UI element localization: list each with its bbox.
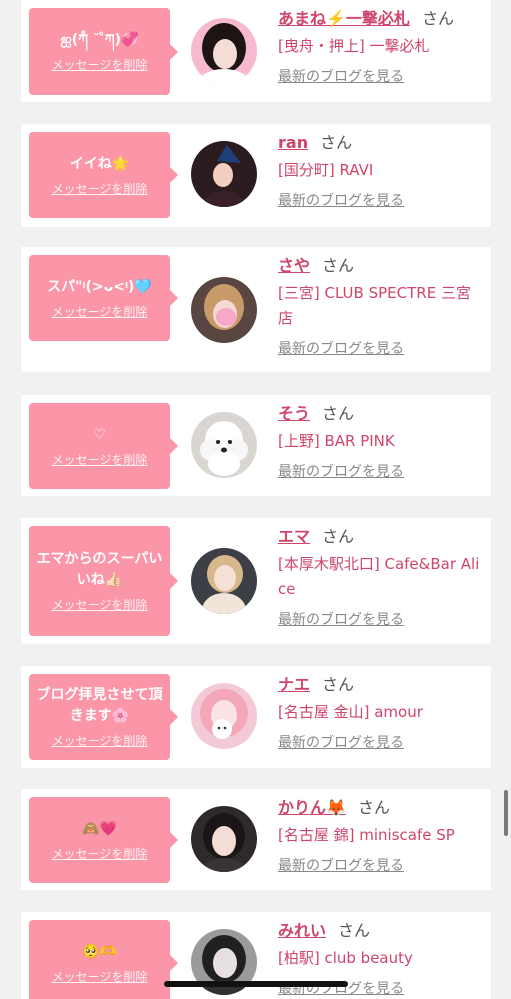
- message-text: 🙈💗: [82, 820, 117, 837]
- sender-info: ran さん [国分町] RAVI 最新のブログを見る: [278, 132, 483, 211]
- avatar[interactable]: [191, 18, 257, 84]
- list-item: 🙈💗 メッセージを削除 かりん🦊 さん [名古屋 錦] miniscafe SP …: [21, 789, 491, 890]
- message-bubble: 🥺🫶 メッセージを削除: [29, 920, 178, 999]
- sender-name-link[interactable]: エマ: [278, 527, 310, 546]
- notification-feed[interactable]: ஐ(ཀ̊ ˘ ̊ཀ)💞 メッセージを削除 あまね⚡️一撃必札 さん [曳舟・押上]…: [0, 0, 511, 999]
- honorific: さん: [421, 9, 454, 28]
- delete-message-link[interactable]: メッセージを削除: [52, 969, 148, 985]
- message-text: 🥺🫶: [82, 943, 117, 960]
- sender-name-link[interactable]: かりん🦊: [278, 798, 346, 817]
- delete-message-link[interactable]: メッセージを削除: [52, 181, 148, 197]
- latest-blog-link[interactable]: 最新のブログを見る: [278, 610, 404, 630]
- sender-name-link[interactable]: ran: [278, 133, 308, 152]
- message-text: イイね🌟: [69, 155, 130, 172]
- sender-info: ナエ さん [名古屋 金山] amour 最新のブログを見る: [278, 674, 483, 753]
- avatar[interactable]: [191, 412, 257, 478]
- shop-name: [上野] BAR PINK: [278, 432, 395, 450]
- avatar[interactable]: [191, 141, 257, 207]
- latest-blog-link[interactable]: 最新のブログを見る: [278, 191, 404, 211]
- latest-blog-link[interactable]: 最新のブログを見る: [278, 462, 404, 482]
- delete-message-link[interactable]: メッセージを削除: [52, 452, 148, 468]
- latest-blog-link[interactable]: 最新のブログを見る: [278, 733, 404, 753]
- honorific: さん: [322, 675, 355, 694]
- shop-name: [曳舟・押上] 一撃必札: [278, 37, 430, 55]
- list-item: ブログ拝見させて頂きます🌸 メッセージを削除 ナエ さん [名古屋 金山] amo…: [21, 666, 491, 768]
- delete-message-link[interactable]: メッセージを削除: [52, 57, 148, 73]
- sender-name-link[interactable]: みれい: [278, 921, 326, 940]
- delete-message-link[interactable]: メッセージを削除: [52, 846, 148, 862]
- list-item: エマからのスーパいいね👍🏻 メッセージを削除 エマ さん [本厚木駅北口] Caf…: [21, 518, 491, 644]
- list-item: ஐ(ཀ̊ ˘ ̊ཀ)💞 メッセージを削除 あまね⚡️一撃必札 さん [曳舟・押上]…: [21, 0, 491, 102]
- latest-blog-link[interactable]: 最新のブログを見る: [278, 67, 404, 87]
- list-item: ♡ メッセージを削除 そう さん [上野] BAR PINK 最新のブログを見る: [21, 395, 491, 496]
- avatar[interactable]: [191, 683, 257, 749]
- message-text: スパ"ᵎ(>ᴗ<ᵎ)🩵: [47, 278, 152, 295]
- shop-name: [本厚木駅北口] Cafe&Bar Alice: [278, 555, 480, 598]
- shop-name: [三宮] CLUB SPECTRE 三宮店: [278, 284, 471, 327]
- honorific: さん: [322, 256, 355, 275]
- delete-message-link[interactable]: メッセージを削除: [52, 304, 148, 320]
- latest-blog-link[interactable]: 最新のブログを見る: [278, 339, 404, 359]
- message-bubble: イイね🌟 メッセージを削除: [29, 132, 178, 218]
- honorific: さん: [338, 921, 371, 940]
- message-bubble: エマからのスーパいいね👍🏻 メッセージを削除: [29, 526, 178, 636]
- shop-name: [柏駅] club beauty: [278, 949, 413, 967]
- shop-name: [名古屋 金山] amour: [278, 703, 423, 721]
- message-bubble: ブログ拝見させて頂きます🌸 メッセージを削除: [29, 674, 178, 760]
- sender-name-link[interactable]: そう: [278, 404, 310, 423]
- message-text: ブログ拝見させて頂きます🌸: [36, 687, 163, 724]
- sender-info: そう さん [上野] BAR PINK 最新のブログを見る: [278, 403, 483, 482]
- honorific: さん: [322, 404, 355, 423]
- sender-name-link[interactable]: さや: [278, 256, 310, 275]
- honorific: さん: [357, 798, 390, 817]
- sender-info: あまね⚡️一撃必札 さん [曳舟・押上] 一撃必札 最新のブログを見る: [278, 8, 483, 87]
- message-text: エマからのスーパいいね👍🏻: [36, 551, 163, 588]
- avatar[interactable]: [191, 277, 257, 343]
- avatar[interactable]: [191, 806, 257, 872]
- scrollbar[interactable]: [504, 790, 508, 836]
- sender-info: みれい さん [柏駅] club beauty 最新のブログを見る: [278, 920, 483, 999]
- delete-message-link[interactable]: メッセージを削除: [52, 733, 148, 749]
- honorific: さん: [320, 133, 353, 152]
- message-bubble: ♡ メッセージを削除: [29, 403, 178, 489]
- shop-name: [名古屋 錦] miniscafe SP: [278, 826, 455, 844]
- shop-name: [国分町] RAVI: [278, 161, 374, 179]
- delete-message-link[interactable]: メッセージを削除: [52, 597, 148, 613]
- message-bubble: スパ"ᵎ(>ᴗ<ᵎ)🩵 メッセージを削除: [29, 255, 178, 341]
- sender-info: エマ さん [本厚木駅北口] Cafe&Bar Alice 最新のブログを見る: [278, 526, 483, 630]
- home-indicator[interactable]: [164, 981, 348, 987]
- message-text: ♡: [93, 426, 106, 443]
- list-item: イイね🌟 メッセージを削除 ran さん [国分町] RAVI 最新のブログを見る: [21, 124, 491, 227]
- message-bubble: ஐ(ཀ̊ ˘ ̊ཀ)💞 メッセージを削除: [29, 8, 178, 95]
- latest-blog-link[interactable]: 最新のブログを見る: [278, 856, 404, 876]
- sender-info: さや さん [三宮] CLUB SPECTRE 三宮店 最新のブログを見る: [278, 255, 483, 359]
- message-text: ஐ(ཀ̊ ˘ ̊ཀ)💞: [60, 32, 139, 48]
- sender-name-link[interactable]: ナエ: [278, 675, 310, 694]
- message-bubble: 🙈💗 メッセージを削除: [29, 797, 178, 883]
- avatar[interactable]: [191, 548, 257, 614]
- sender-name-link[interactable]: あまね⚡️一撃必札: [278, 9, 410, 28]
- honorific: さん: [322, 527, 355, 546]
- sender-info: かりん🦊 さん [名古屋 錦] miniscafe SP 最新のブログを見る: [278, 797, 483, 876]
- list-item: スパ"ᵎ(>ᴗ<ᵎ)🩵 メッセージを削除 さや さん [三宮] CLUB SPEC…: [21, 247, 491, 372]
